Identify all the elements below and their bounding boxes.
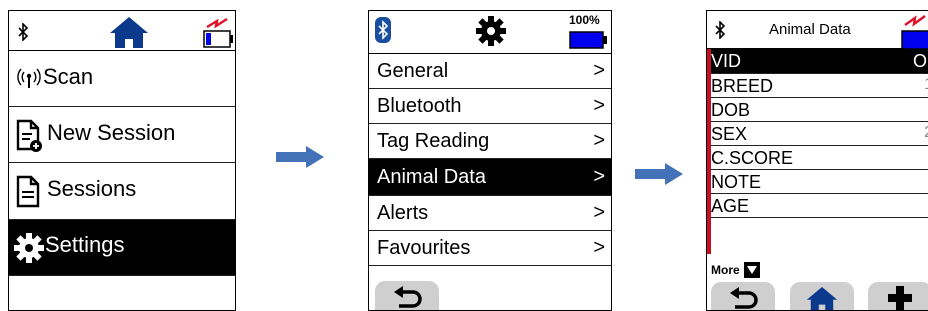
back-button[interactable] bbox=[711, 282, 775, 310]
field-row-vid[interactable]: VID Or bbox=[711, 49, 928, 74]
settings-item-favourites[interactable]: Favourites > bbox=[369, 231, 611, 266]
field-row-note[interactable]: NOTE bbox=[711, 170, 928, 194]
plus-icon bbox=[888, 286, 912, 310]
animal-data-list: VID Or BREED 1 DOB SEX 2 C.SCORE NOTE AG… bbox=[711, 49, 928, 218]
field-label: BREED bbox=[711, 76, 774, 96]
settings-item-label: General bbox=[377, 60, 449, 82]
back-button[interactable] bbox=[375, 281, 439, 310]
menu-item-label: Sessions bbox=[47, 176, 137, 201]
menu-item-label: Scan bbox=[43, 64, 94, 89]
radio-waves-icon bbox=[17, 68, 41, 88]
status-bar bbox=[9, 11, 235, 51]
field-label: C.SCORE bbox=[711, 148, 794, 168]
field-row-breed[interactable]: BREED 1 bbox=[711, 74, 928, 98]
menu-item-scan[interactable]: Scan bbox=[9, 51, 235, 106]
settings-item-label: Alerts bbox=[377, 202, 429, 224]
bluetooth-icon bbox=[375, 17, 391, 43]
field-value: 2 bbox=[924, 124, 928, 142]
field-value: 1 bbox=[924, 76, 928, 94]
settings-item-label: Favourites bbox=[377, 237, 471, 259]
settings-item-tag-reading[interactable]: Tag Reading > bbox=[369, 124, 611, 159]
bluetooth-icon bbox=[18, 23, 29, 41]
settings-item-label: Animal Data bbox=[377, 166, 486, 188]
flow-arrow-icon bbox=[276, 146, 324, 168]
field-row-cscore[interactable]: C.SCORE bbox=[711, 146, 928, 170]
menu-item-settings[interactable]: Settings bbox=[9, 220, 235, 276]
status-bar: Animal Data bbox=[707, 11, 928, 49]
more-indicator[interactable]: More bbox=[711, 261, 761, 279]
document-icon bbox=[16, 175, 40, 208]
chevron-right-icon: > bbox=[593, 236, 605, 259]
settings-item-general[interactable]: General > bbox=[369, 54, 611, 89]
page-title: Animal Data bbox=[769, 21, 851, 38]
menu-item-sessions[interactable]: Sessions bbox=[9, 163, 235, 220]
status-bar: 100% bbox=[369, 11, 611, 54]
field-row-sex[interactable]: SEX 2 bbox=[711, 122, 928, 146]
settings-item-label: Tag Reading bbox=[377, 130, 490, 152]
gear-icon bbox=[14, 233, 44, 263]
home-icon[interactable] bbox=[109, 15, 149, 49]
gear-icon bbox=[476, 16, 506, 46]
field-label: AGE bbox=[711, 196, 750, 216]
settings-screen: 100% General > Bluetooth > Tag Reading >… bbox=[368, 10, 612, 311]
settings-item-alerts[interactable]: Alerts > bbox=[369, 196, 611, 231]
battery-percentage: 100% bbox=[569, 13, 600, 27]
flow-arrow-icon bbox=[635, 163, 683, 185]
field-label: SEX bbox=[711, 124, 748, 144]
home-button[interactable] bbox=[790, 282, 854, 310]
field-label: NOTE bbox=[711, 172, 762, 192]
settings-list: General > Bluetooth > Tag Reading > Anim… bbox=[369, 54, 611, 266]
bluetooth-icon bbox=[715, 21, 726, 39]
add-button[interactable] bbox=[868, 282, 928, 310]
new-document-icon bbox=[16, 119, 42, 152]
menu-item-new-session[interactable]: New Session bbox=[9, 106, 235, 163]
menu-item-label: New Session bbox=[47, 120, 176, 145]
main-menu-screen: Scan New Session Sessions Settings bbox=[8, 10, 236, 311]
field-label: VID bbox=[711, 51, 742, 71]
menu-item-label: Settings bbox=[45, 232, 125, 257]
field-value: Or bbox=[913, 51, 928, 71]
chevron-right-icon: > bbox=[593, 94, 605, 117]
field-row-age[interactable]: AGE bbox=[711, 194, 928, 218]
home-icon bbox=[806, 287, 838, 310]
settings-item-animal-data[interactable]: Animal Data > bbox=[369, 159, 611, 196]
chevron-right-icon: > bbox=[593, 201, 605, 224]
more-label: More bbox=[711, 262, 740, 277]
animal-data-screen: Animal Data VID Or BREED 1 DOB SEX 2 C.S… bbox=[706, 10, 928, 311]
chevron-down-icon bbox=[744, 261, 761, 278]
battery-icon bbox=[569, 31, 607, 49]
settings-item-bluetooth[interactable]: Bluetooth > bbox=[369, 89, 611, 124]
back-arrow-icon bbox=[394, 286, 422, 308]
settings-item-label: Bluetooth bbox=[377, 95, 462, 117]
chevron-right-icon: > bbox=[593, 59, 605, 82]
chevron-right-icon: > bbox=[593, 165, 605, 188]
battery-charging-icon bbox=[901, 15, 928, 49]
field-row-dob[interactable]: DOB bbox=[711, 98, 928, 122]
back-arrow-icon bbox=[730, 287, 758, 309]
chevron-right-icon: > bbox=[593, 129, 605, 152]
field-label: DOB bbox=[711, 100, 751, 120]
battery-charging-icon bbox=[203, 17, 233, 48]
